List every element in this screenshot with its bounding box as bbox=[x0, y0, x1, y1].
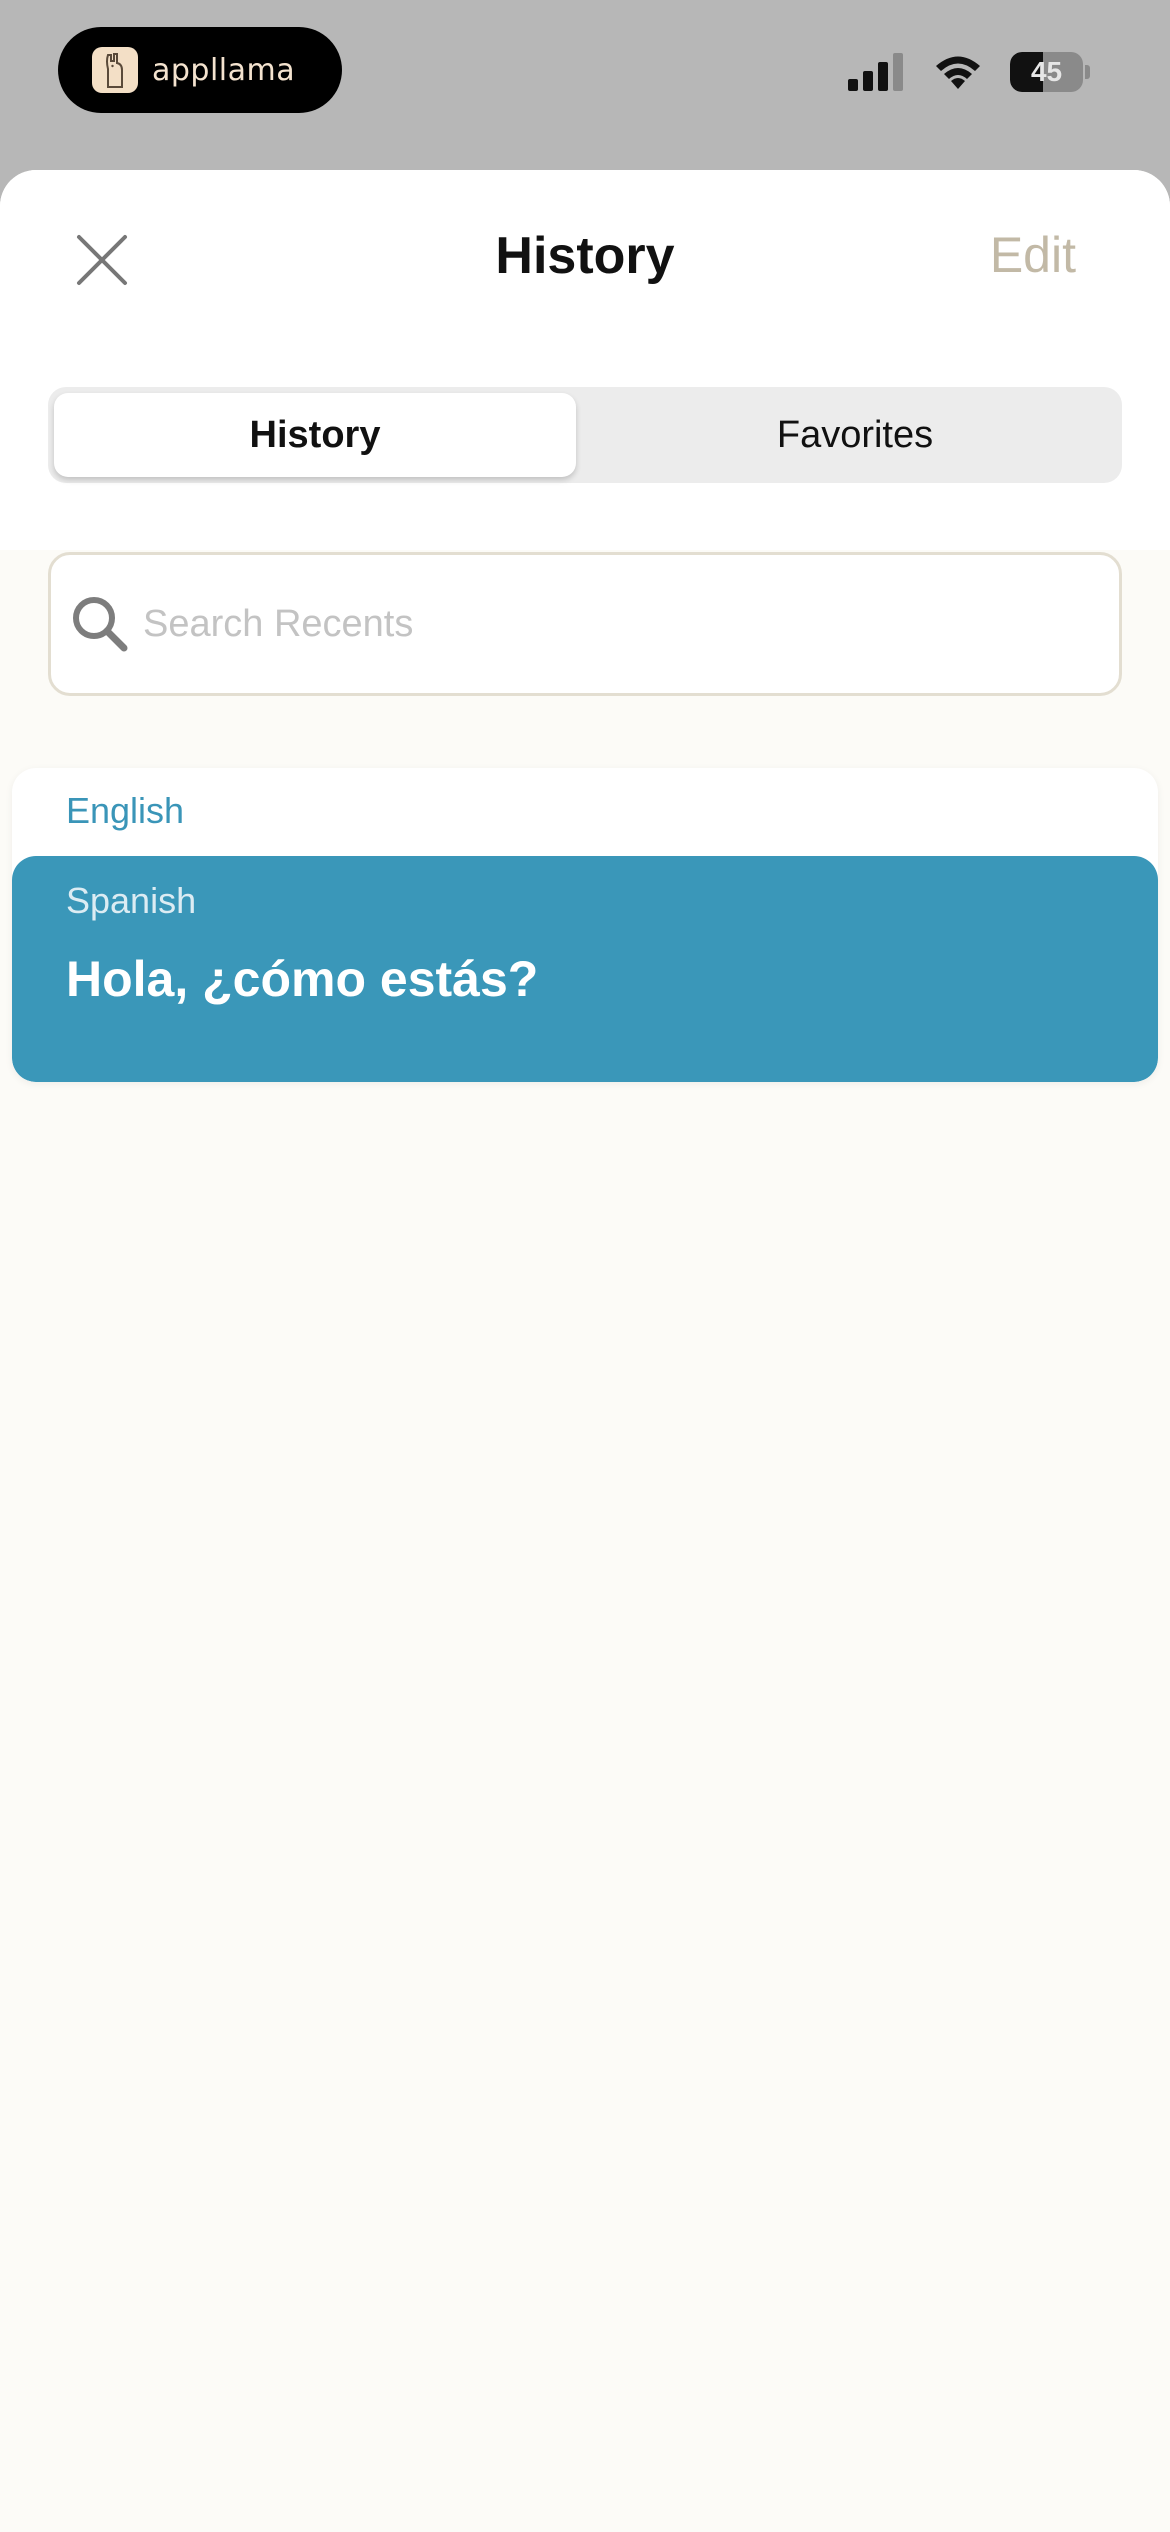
tab-favorites[interactable]: Favorites bbox=[594, 393, 1116, 477]
target-language-label: Spanish bbox=[66, 880, 197, 921]
edit-button[interactable]: Edit bbox=[990, 226, 1076, 284]
search-icon bbox=[67, 591, 133, 657]
wifi-icon bbox=[936, 56, 980, 89]
battery-icon: 45 bbox=[1010, 52, 1090, 92]
translation-text: Hola, ¿cómo estás? bbox=[66, 951, 539, 1007]
status-indicators: 45 bbox=[848, 52, 1090, 92]
dynamic-island-app-pill[interactable]: appllama bbox=[58, 27, 342, 113]
llama-logo-icon bbox=[92, 47, 138, 93]
history-item[interactable]: English Spanish Hola, ¿cómo estás? bbox=[12, 768, 1158, 1082]
history-sheet: History Edit History Favorites English S… bbox=[0, 170, 1170, 2532]
signal-icon bbox=[848, 53, 903, 91]
status-bar: appllama 45 bbox=[0, 0, 1170, 170]
battery-level: 45 bbox=[1030, 56, 1063, 87]
source-language-label: English bbox=[66, 790, 185, 831]
search-bar[interactable] bbox=[48, 552, 1122, 696]
search-input[interactable] bbox=[143, 574, 1119, 674]
segmented-control: History Favorites bbox=[48, 387, 1122, 483]
app-pill-label: appllama bbox=[152, 52, 296, 88]
translation-panel: Spanish Hola, ¿cómo estás? bbox=[12, 856, 1158, 1082]
tab-history[interactable]: History bbox=[54, 393, 576, 477]
